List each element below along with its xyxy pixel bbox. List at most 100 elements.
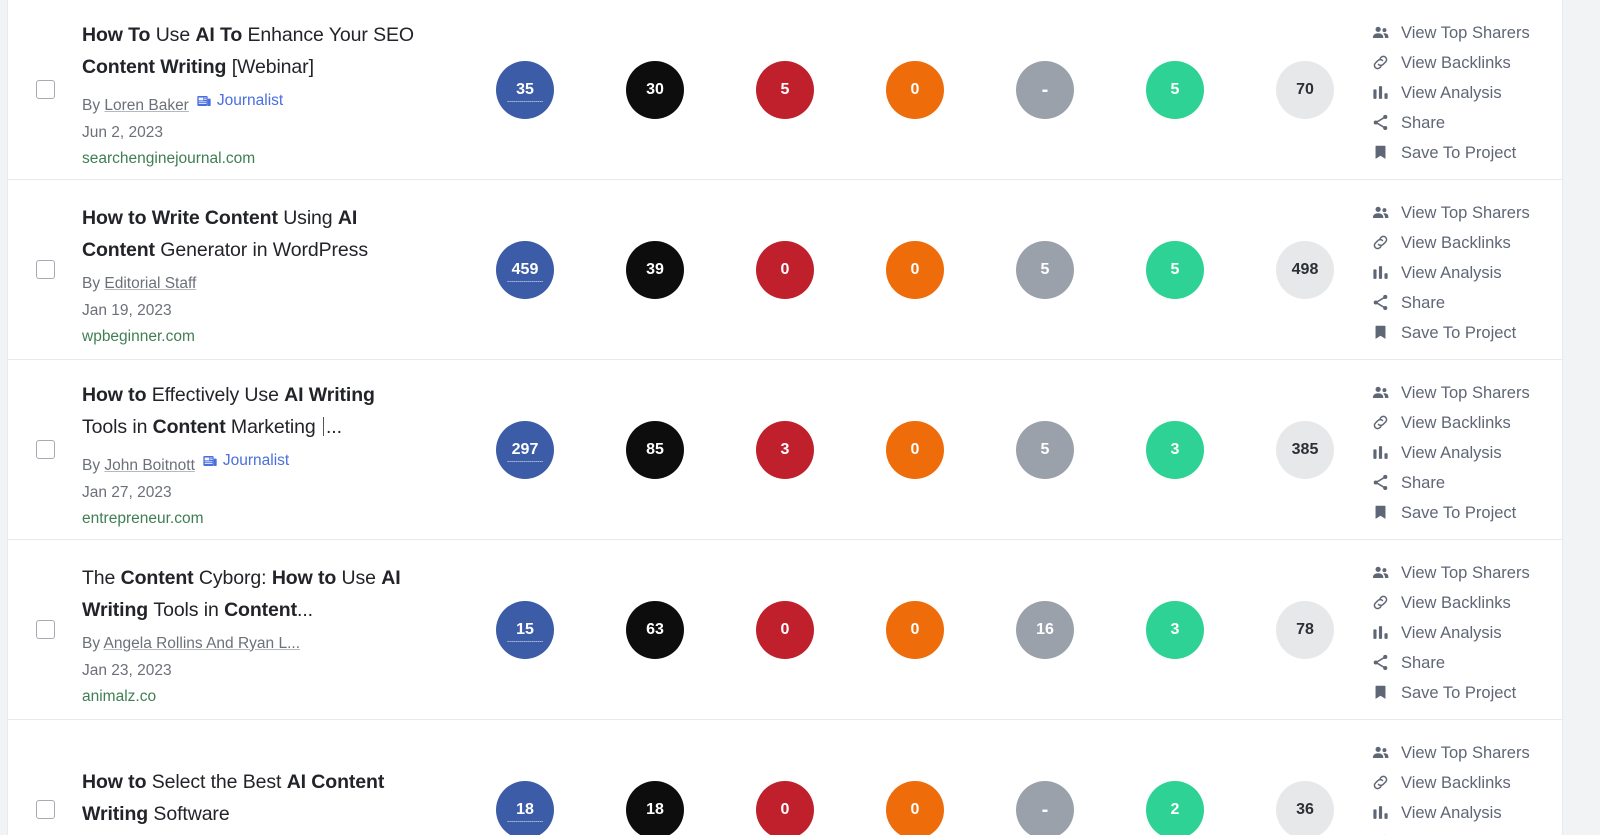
metric-value: 5: [1040, 440, 1050, 458]
article-author-link[interactable]: John Boitnott: [104, 457, 194, 474]
row-select-checkbox[interactable]: [35, 620, 55, 639]
metric-bubble-light[interactable]: 385: [1276, 420, 1334, 479]
metric-bubble-green[interactable]: 3: [1146, 600, 1204, 659]
metric-bubble-blue[interactable]: 15: [496, 600, 554, 659]
action-bar-chart[interactable]: View Analysis: [1370, 80, 1562, 106]
metric-bubble-light[interactable]: 36: [1276, 780, 1334, 835]
metric-bubble-red[interactable]: 0: [756, 780, 814, 835]
action-bookmark[interactable]: Save To Project: [1370, 320, 1562, 346]
metric-cell: 498: [1240, 240, 1370, 299]
metric-bubble-blue[interactable]: 459: [496, 240, 554, 299]
metric-bubble-blue[interactable]: 18: [496, 780, 554, 835]
action-people[interactable]: View Top Sharers: [1370, 20, 1562, 46]
article-info: How to Write Content Using AI Content Ge…: [82, 180, 460, 359]
action-people[interactable]: View Top Sharers: [1370, 200, 1562, 226]
metric-bubble-red[interactable]: 5: [756, 60, 814, 119]
action-share[interactable]: Share: [1370, 290, 1562, 316]
byline-prefix: By: [82, 457, 101, 474]
metric-bubble-red[interactable]: 3: [756, 420, 814, 479]
action-link[interactable]: View Backlinks: [1370, 410, 1562, 436]
article-domain-link[interactable]: animalz.co: [82, 686, 450, 708]
action-label: View Backlinks: [1401, 413, 1511, 432]
title-segment: AI To: [195, 24, 248, 46]
action-share[interactable]: Share: [1370, 830, 1562, 835]
action-bar-chart[interactable]: View Analysis: [1370, 260, 1562, 286]
action-bookmark[interactable]: Save To Project: [1370, 500, 1562, 526]
article-domain-link[interactable]: entrepreneur.com: [82, 508, 450, 530]
metric-value: 0: [910, 620, 920, 638]
metric-bubble-black[interactable]: 63: [626, 600, 684, 659]
action-bar-chart[interactable]: View Analysis: [1370, 800, 1562, 826]
article-title[interactable]: How To Use AI To Enhance Your SEO Conten…: [82, 19, 422, 83]
article-title[interactable]: How to Select the Best AI Content Writin…: [82, 766, 422, 830]
metric-bubble-gray[interactable]: 5: [1016, 240, 1074, 299]
action-share[interactable]: Share: [1370, 650, 1562, 676]
metric-bubble-green[interactable]: 3: [1146, 420, 1204, 479]
metric-bubble-gray[interactable]: 16: [1016, 600, 1074, 659]
row-select-checkbox[interactable]: [35, 260, 55, 279]
metric-bubble-gray[interactable]: -: [1016, 780, 1074, 835]
metric-bubble-gray[interactable]: 5: [1016, 420, 1074, 479]
action-people[interactable]: View Top Sharers: [1370, 740, 1562, 766]
metric-bubble-blue[interactable]: 35: [496, 60, 554, 119]
action-label: View Analysis: [1401, 623, 1502, 642]
article-title[interactable]: How to Effectively Use AI Writing Tools …: [82, 379, 422, 443]
journalist-badge[interactable]: Journalist: [196, 90, 283, 112]
article-title[interactable]: The Content Cyborg: How to Use AI Writin…: [82, 562, 422, 626]
metric-value: 16: [1036, 620, 1054, 638]
metric-bubble-green[interactable]: 5: [1146, 60, 1204, 119]
metric-bubble-red[interactable]: 0: [756, 600, 814, 659]
title-segment: The: [82, 566, 121, 589]
metric-bubble-red[interactable]: 0: [756, 240, 814, 299]
metric-bubble-light[interactable]: 498: [1276, 240, 1334, 299]
metric-bubble-orange[interactable]: 0: [886, 60, 944, 119]
metric-bubble-orange[interactable]: 0: [886, 420, 944, 479]
article-author-link[interactable]: Loren Baker: [104, 97, 188, 114]
metric-bubble-light[interactable]: 78: [1276, 600, 1334, 659]
action-people[interactable]: View Top Sharers: [1370, 560, 1562, 586]
row-select-checkbox[interactable]: [35, 440, 55, 459]
article-domain-link[interactable]: searchenginejournal.com: [82, 148, 450, 170]
metric-bubble-black[interactable]: 85: [626, 420, 684, 479]
metric-bubble-orange[interactable]: 0: [886, 240, 944, 299]
metric-bubble-black[interactable]: 18: [626, 780, 684, 835]
article-author-link[interactable]: Angela Rollins And Ryan L...: [104, 635, 300, 652]
action-bookmark[interactable]: Save To Project: [1370, 140, 1562, 166]
metric-bubble-blue[interactable]: 297: [496, 420, 554, 479]
metric-bubble-orange[interactable]: 0: [886, 600, 944, 659]
journalist-badge[interactable]: Journalist: [202, 450, 289, 472]
metric-bubble-green[interactable]: 5: [1146, 240, 1204, 299]
article-domain-link[interactable]: wpbeginner.com: [82, 326, 450, 348]
article-author-link[interactable]: Editorial Staff: [104, 275, 196, 292]
metric-bubble-black[interactable]: 30: [626, 60, 684, 119]
metric-value: 5: [1170, 260, 1180, 278]
metric-value: 0: [910, 800, 920, 818]
metric-cell: 0: [720, 240, 850, 299]
action-bookmark[interactable]: Save To Project: [1370, 680, 1562, 706]
action-link[interactable]: View Backlinks: [1370, 230, 1562, 256]
action-label: View Analysis: [1401, 83, 1502, 102]
action-share[interactable]: Share: [1370, 110, 1562, 136]
journalist-badge-label: Journalist: [222, 452, 290, 469]
action-share[interactable]: Share: [1370, 470, 1562, 496]
metric-cell: 70: [1240, 60, 1370, 119]
metric-bubble-orange[interactable]: 0: [886, 780, 944, 835]
journalist-icon: [196, 93, 212, 109]
row-select-checkbox[interactable]: [35, 80, 55, 99]
metric-value: 3: [780, 440, 790, 458]
action-label: View Backlinks: [1401, 233, 1511, 252]
metric-bubble-gray[interactable]: -: [1016, 60, 1074, 119]
action-bar-chart[interactable]: View Analysis: [1370, 440, 1562, 466]
action-bar-chart[interactable]: View Analysis: [1370, 620, 1562, 646]
metric-cell: 3: [1110, 600, 1240, 659]
metric-bubble-green[interactable]: 2: [1146, 780, 1204, 835]
action-link[interactable]: View Backlinks: [1370, 50, 1562, 76]
metric-bubble-black[interactable]: 39: [626, 240, 684, 299]
metric-cell: 36: [1240, 780, 1370, 835]
action-link[interactable]: View Backlinks: [1370, 770, 1562, 796]
row-select-checkbox[interactable]: [35, 800, 55, 819]
action-people[interactable]: View Top Sharers: [1370, 380, 1562, 406]
action-link[interactable]: View Backlinks: [1370, 590, 1562, 616]
metric-bubble-light[interactable]: 70: [1276, 60, 1334, 119]
article-title[interactable]: How to Write Content Using AI Content Ge…: [82, 202, 422, 266]
